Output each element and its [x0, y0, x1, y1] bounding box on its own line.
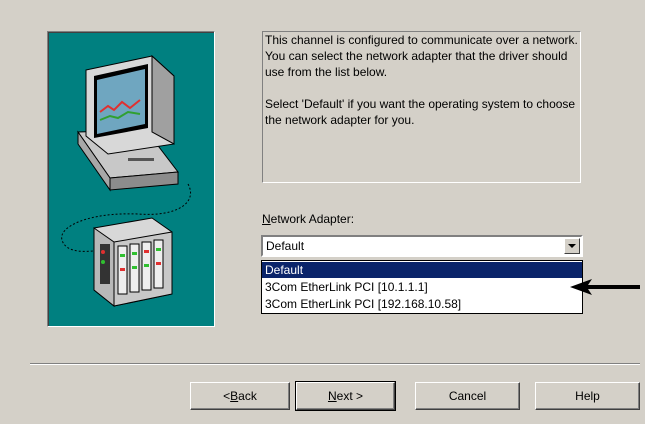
cancel-button[interactable]: Cancel: [415, 382, 520, 410]
computer-network-device-illustration: [61, 54, 191, 308]
selected-value: Default: [266, 239, 305, 253]
option-3com-192-168-10-58[interactable]: 3Com EtherLink PCI [192.168.10.58]: [262, 296, 582, 312]
description-box: This channel is configured to communicat…: [262, 31, 581, 183]
next-button[interactable]: Next >: [295, 381, 396, 411]
description-paragraph-1: This channel is configured to communicat…: [265, 33, 578, 79]
next-rest: ext >: [336, 389, 364, 403]
help-label: Help: [575, 389, 600, 403]
back-button[interactable]: < Back: [190, 382, 290, 410]
separator: [30, 363, 640, 365]
cancel-label: Cancel: [448, 389, 487, 403]
back-accel: B: [230, 389, 239, 403]
option-default[interactable]: Default: [262, 262, 582, 278]
label-rest: etwork Adapter:: [270, 212, 355, 226]
arrow-left-icon: [570, 279, 640, 295]
help-button[interactable]: Help: [535, 382, 640, 410]
wizard-illustration: [47, 31, 215, 327]
back-rest: ack: [238, 389, 257, 403]
chevron-down-icon: [568, 244, 576, 248]
dropdown-button[interactable]: [564, 238, 580, 254]
adapter-dropdown-list: Default 3Com EtherLink PCI [10.1.1.1] 3C…: [261, 260, 583, 314]
network-adapter-select[interactable]: Default: [261, 235, 583, 257]
option-3com-10-1-1-1[interactable]: 3Com EtherLink PCI [10.1.1.1]: [262, 279, 582, 295]
description-paragraph-2: Select 'Default' if you want the operati…: [265, 97, 576, 127]
back-prefix: <: [223, 389, 231, 403]
network-adapter-label: Network Adapter:: [262, 212, 354, 226]
next-accel: N: [327, 389, 337, 403]
label-accelerator: N: [262, 212, 271, 226]
